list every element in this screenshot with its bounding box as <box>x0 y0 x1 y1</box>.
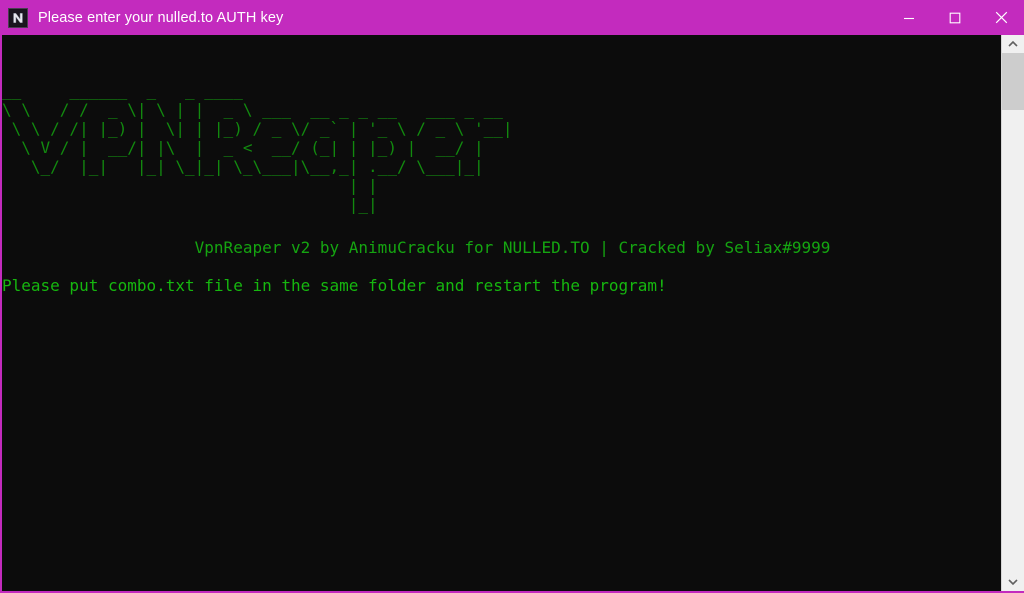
title-bar[interactable]: Please enter your nulled.to AUTH key <box>0 0 1024 35</box>
scroll-up-button[interactable] <box>1002 35 1024 53</box>
vertical-scrollbar[interactable] <box>1001 35 1024 591</box>
window-controls <box>886 0 1024 35</box>
console-output-area[interactable]: __ ______ _ _ ____ \ \ / / _ \| \ | | _ … <box>2 35 1001 591</box>
credits-line: VpnReaper v2 by AnimuCracku for NULLED.T… <box>2 238 831 257</box>
minimize-button[interactable] <box>886 0 932 35</box>
scrollbar-track[interactable] <box>1002 53 1024 573</box>
status-message-line: Please put combo.txt file in the same fo… <box>2 276 667 295</box>
maximize-button[interactable] <box>932 0 978 35</box>
application-window: Please enter your nulled.to AUTH key __ … <box>0 0 1024 593</box>
nulled-to-logo-icon <box>8 7 28 28</box>
scroll-down-button[interactable] <box>1002 573 1024 591</box>
scrollbar-thumb[interactable] <box>1002 53 1024 110</box>
window-body: __ ______ _ _ ____ \ \ / / _ \| \ | | _ … <box>2 35 1024 591</box>
close-button[interactable] <box>978 0 1024 35</box>
ascii-art-banner: __ ______ _ _ ____ \ \ / / _ \| \ | | _ … <box>2 81 513 214</box>
window-title: Please enter your nulled.to AUTH key <box>38 9 284 26</box>
